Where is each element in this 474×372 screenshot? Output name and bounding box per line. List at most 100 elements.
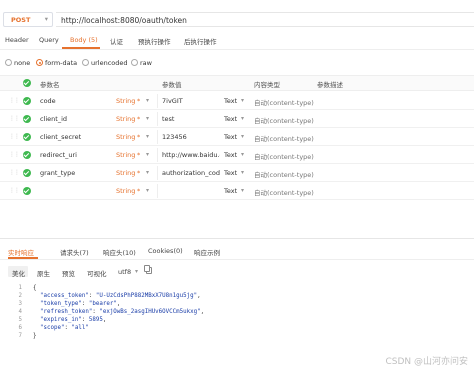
param-type[interactable]: String [116, 169, 135, 177]
row-checkbox[interactable] [23, 115, 31, 123]
tab-pre-script[interactable]: 预执行操作 [138, 36, 171, 46]
mode-dropdown-icon[interactable]: ▾ [241, 115, 244, 122]
param-value[interactable]: http://www.baidu.co [162, 151, 220, 159]
divider [0, 49, 474, 50]
watermark: CSDN @山河亦问安 [385, 357, 468, 367]
view-raw[interactable]: 原生 [37, 268, 50, 278]
line-number: 7 [18, 333, 23, 339]
json-key: "scope" [40, 325, 65, 331]
tab-response-headers[interactable]: 响应头(10) [103, 247, 136, 257]
line-number: 5 [18, 317, 23, 323]
type-dropdown-icon[interactable]: ▾ [146, 187, 149, 194]
tab-post-script[interactable]: 后执行操作 [184, 36, 217, 46]
content-type-input[interactable]: 自动(content-type) [254, 115, 314, 125]
param-name[interactable]: grant_type [40, 169, 110, 177]
param-name[interactable]: redirect_uri [40, 151, 110, 159]
method-label: POST [11, 16, 31, 24]
view-pretty[interactable]: 美化 [12, 268, 25, 278]
row-checkbox[interactable] [23, 133, 31, 141]
type-dropdown-icon[interactable]: ▾ [146, 169, 149, 176]
row-checkbox[interactable] [23, 151, 31, 159]
json-comma: , [102, 317, 107, 323]
tab-auth[interactable]: 认证 [110, 36, 123, 46]
content-type-input[interactable]: 自动(content-type) [254, 151, 314, 161]
mode-dropdown-icon[interactable]: ▾ [241, 187, 244, 194]
drag-handle-icon[interactable]: ⋮⋮ [9, 98, 20, 104]
select-all-checkbox[interactable] [23, 79, 31, 87]
method-select[interactable]: POST ▾ [3, 12, 53, 27]
content-type-mode[interactable]: Text [224, 151, 237, 159]
json-close-brace: } [33, 333, 37, 339]
tab-cookies[interactable]: Cookies(0) [148, 247, 183, 255]
params-table-header [0, 75, 474, 91]
chevron-down-icon[interactable]: ▾ [135, 268, 138, 275]
drag-handle-icon[interactable]: ⋮⋮ [9, 134, 20, 140]
mode-dropdown-icon[interactable]: ▾ [241, 169, 244, 176]
radio-form-data[interactable] [36, 59, 43, 66]
required-star: * [137, 97, 141, 105]
json-line: "access_token": "U-UzCdsPhP882MBxX7U8n1g… [40, 293, 201, 299]
type-dropdown-icon[interactable]: ▾ [146, 97, 149, 104]
content-type-mode[interactable]: Text [224, 115, 237, 123]
tab-live-response[interactable]: 实时响应 [8, 247, 34, 257]
radio-form-data-label: form-data [45, 59, 78, 67]
content-type-input[interactable]: 自动(content-type) [254, 97, 314, 107]
json-key: "expires_in" [40, 317, 82, 323]
content-type-mode[interactable]: Text [224, 187, 237, 195]
param-value[interactable]: authorization_code [162, 169, 220, 177]
row-checkbox[interactable] [23, 97, 31, 105]
divider [0, 238, 474, 239]
json-key: "refresh_token" [40, 309, 93, 315]
radio-none[interactable] [5, 59, 12, 66]
content-type-input[interactable]: 自动(content-type) [254, 169, 314, 179]
param-type[interactable]: String [116, 133, 135, 141]
divider [157, 130, 158, 144]
row-checkbox[interactable] [23, 187, 31, 195]
param-type[interactable]: String [116, 151, 135, 159]
content-type-mode[interactable]: Text [224, 133, 237, 141]
drag-handle-icon[interactable]: ⋮⋮ [9, 152, 20, 158]
json-comma: , [116, 301, 121, 307]
tab-body[interactable]: Body (5) [70, 36, 98, 44]
url-input[interactable]: http://localhost:8080/oauth/token [56, 12, 474, 27]
tab-query[interactable]: Query [39, 36, 59, 44]
param-type[interactable]: String [116, 187, 135, 195]
param-name[interactable]: code [40, 97, 110, 105]
mode-dropdown-icon[interactable]: ▾ [241, 133, 244, 140]
param-value[interactable]: 7ivGIT [162, 97, 220, 105]
mode-dropdown-icon[interactable]: ▾ [241, 151, 244, 158]
radio-urlencoded[interactable] [82, 59, 89, 66]
param-name[interactable]: client_secret [40, 133, 110, 141]
json-line: "refresh_token": "exjOwBs_2asgIHUv6OVCCm… [40, 309, 205, 315]
type-dropdown-icon[interactable]: ▾ [146, 133, 149, 140]
drag-handle-icon[interactable]: ⋮⋮ [9, 188, 20, 194]
param-value[interactable]: test [162, 115, 220, 123]
content-type-input[interactable]: 自动(content-type) [254, 133, 314, 143]
drag-handle-icon[interactable]: ⋮⋮ [9, 170, 20, 176]
content-type-input[interactable]: 自动(content-type) [254, 187, 314, 197]
content-type-mode[interactable]: Text [224, 169, 237, 177]
mode-dropdown-icon[interactable]: ▾ [241, 97, 244, 104]
radio-urlencoded-label: urlencoded [91, 59, 128, 67]
tab-response-example[interactable]: 响应示例 [194, 247, 220, 257]
tab-request-headers[interactable]: 请求头(7) [60, 247, 89, 257]
tab-header[interactable]: Header [5, 36, 29, 44]
param-name[interactable]: client_id [40, 115, 110, 123]
row-checkbox[interactable] [23, 169, 31, 177]
line-number: 4 [18, 309, 23, 315]
json-comma: , [200, 309, 205, 315]
view-preview[interactable]: 预览 [62, 268, 75, 278]
param-type[interactable]: String [116, 97, 135, 105]
encoding-select[interactable]: utf8 [118, 268, 131, 276]
type-dropdown-icon[interactable]: ▾ [146, 151, 149, 158]
param-value[interactable]: 123456 [162, 133, 220, 141]
drag-handle-icon[interactable]: ⋮⋮ [9, 116, 20, 122]
type-dropdown-icon[interactable]: ▾ [146, 115, 149, 122]
content-type-mode[interactable]: Text [224, 97, 237, 105]
radio-raw[interactable] [131, 59, 138, 66]
param-type[interactable]: String [116, 115, 135, 123]
view-visualize[interactable]: 可视化 [87, 268, 107, 278]
copy-icon[interactable] [144, 265, 152, 274]
col-header-description: 参数描述 [317, 81, 343, 89]
url-text: http://localhost:8080/oauth/token [61, 15, 187, 25]
